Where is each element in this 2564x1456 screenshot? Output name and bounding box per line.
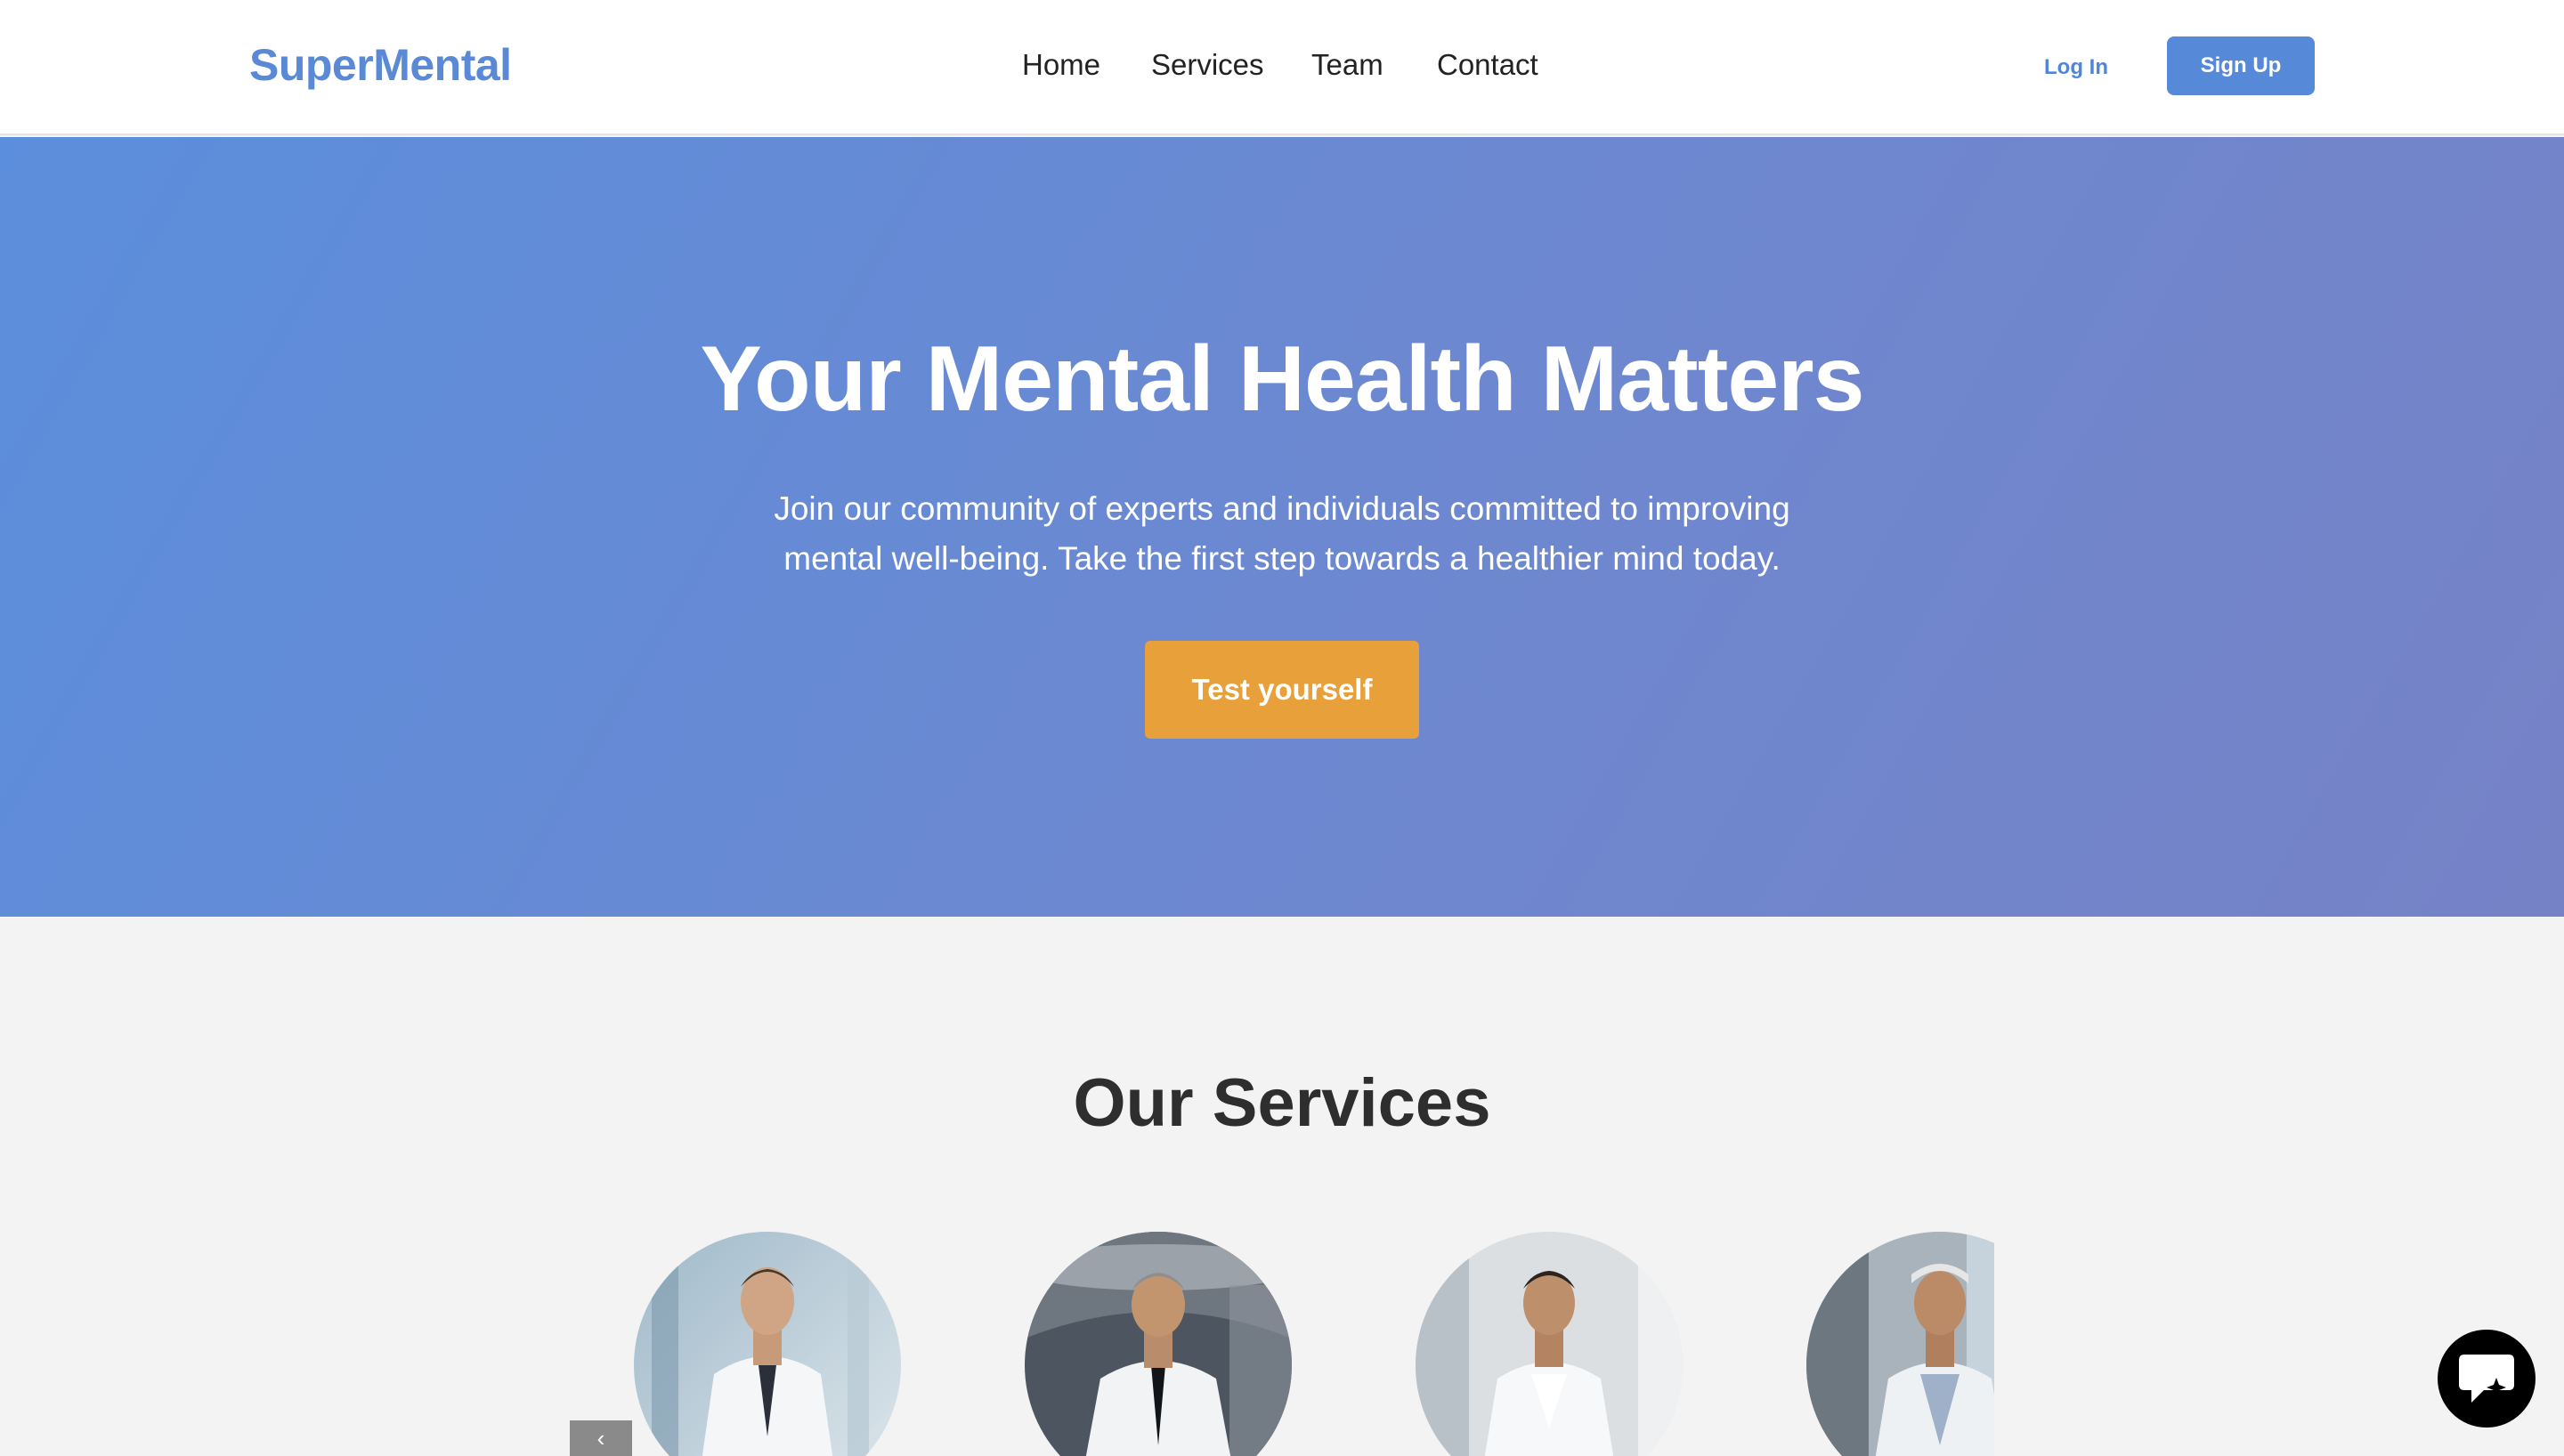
chat-bubble-icon xyxy=(2459,1355,2514,1403)
page: SuperMental Home Services Team Contact L… xyxy=(0,0,2564,1456)
hero-title: Your Mental Health Matters xyxy=(700,328,1865,431)
site-header: SuperMental Home Services Team Contact L… xyxy=(0,0,2564,135)
hero-subtitle: Join our community of experts and indivi… xyxy=(748,484,1816,584)
signup-button[interactable]: Sign Up xyxy=(2167,36,2315,95)
hero-section: Your Mental Health Matters Join our comm… xyxy=(0,137,2564,917)
site-logo[interactable]: SuperMental xyxy=(249,39,512,91)
doctor-portrait-3 xyxy=(1416,1232,1683,1456)
nav-contact[interactable]: Contact xyxy=(1437,48,1538,82)
doctor-avatar-3[interactable] xyxy=(1416,1232,1683,1456)
doctor-avatar-2[interactable] xyxy=(1025,1232,1292,1456)
login-button[interactable]: Log In xyxy=(2019,50,2133,85)
chat-button[interactable] xyxy=(2438,1330,2536,1428)
hero-subtitle-line-2: mental well-being. Take the first step t… xyxy=(783,540,1781,577)
doctor-portrait-2 xyxy=(1025,1232,1292,1456)
services-carousel xyxy=(634,1228,1994,1456)
carousel-prev-button[interactable]: ‹ xyxy=(570,1420,632,1456)
nav-team[interactable]: Team xyxy=(1311,48,1383,82)
nav-services[interactable]: Services xyxy=(1151,48,1264,82)
doctor-avatar-1[interactable] xyxy=(634,1232,901,1456)
doctor-portrait-1 xyxy=(634,1232,901,1456)
doctor-avatar-4[interactable] xyxy=(1806,1232,1994,1456)
services-title: Our Services xyxy=(1073,1065,1491,1141)
nav-home[interactable]: Home xyxy=(1022,48,1100,82)
prev-arrow-icon: ‹ xyxy=(596,1425,605,1452)
test-yourself-button[interactable]: Test yourself xyxy=(1145,641,1419,739)
doctor-portrait-4 xyxy=(1806,1232,1994,1456)
hero-subtitle-line-1: Join our community of experts and indivi… xyxy=(774,490,1790,527)
